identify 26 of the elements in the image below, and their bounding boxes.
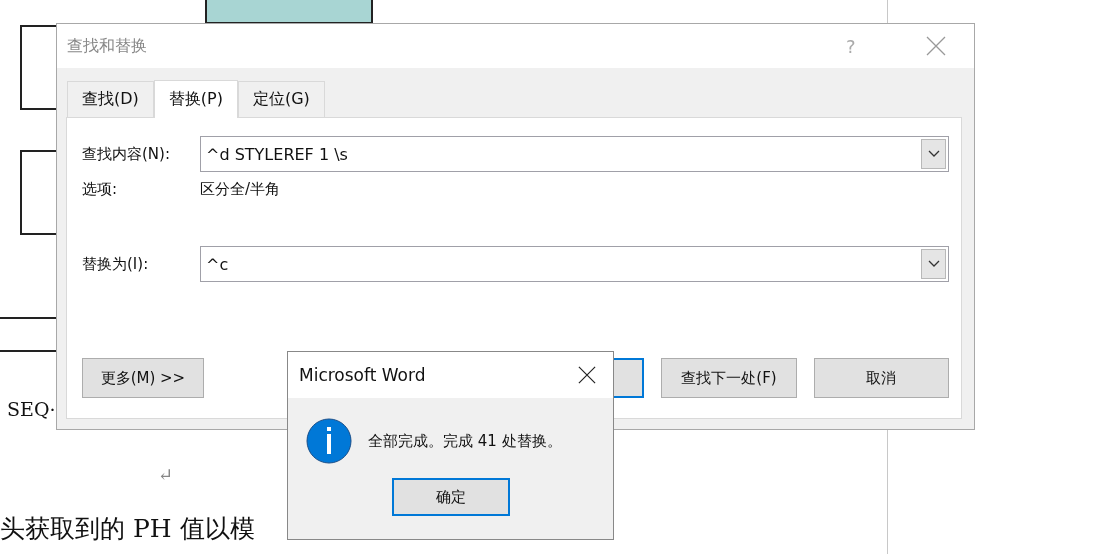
options-label: 选项: (82, 179, 119, 199)
paragraph-mark: ↵ (158, 464, 174, 485)
find-next-button[interactable]: 查找下一处(F) (661, 358, 797, 398)
replace-field[interactable]: ^c (200, 246, 949, 282)
more-button[interactable]: 更多(M) >> (82, 358, 204, 398)
field-label: 替换为(I): (82, 254, 150, 274)
body-text: 头获取到的 PH 值以模 (0, 513, 255, 545)
message-text: 全部完成。完成 41 处替换。 (368, 431, 562, 451)
dropdown-button[interactable] (921, 249, 946, 279)
tab[interactable]: 定位(G) (237, 81, 325, 117)
window-title: 查找和替换 (67, 35, 148, 57)
close-icon (578, 366, 596, 384)
window-title: Microsoft Word (299, 365, 427, 385)
tab[interactable]: 替换(P) (153, 80, 238, 118)
ok-button[interactable]: 确定 (391, 478, 510, 516)
field-code: SEQ· (7, 398, 56, 420)
options-value: 区分全/半角 (200, 179, 281, 199)
chevron-down-icon (927, 150, 940, 158)
chevron-down-icon (927, 260, 940, 268)
dropdown-button[interactable] (921, 139, 946, 169)
find-field[interactable]: ^d STYLEREF 1 \s (200, 136, 949, 172)
info-icon (306, 418, 352, 464)
field-label: 查找内容(N): (82, 144, 171, 164)
close-icon (926, 36, 946, 56)
cancel-button[interactable]: 取消 (813, 358, 949, 398)
tab[interactable]: 查找(D) (67, 81, 154, 117)
